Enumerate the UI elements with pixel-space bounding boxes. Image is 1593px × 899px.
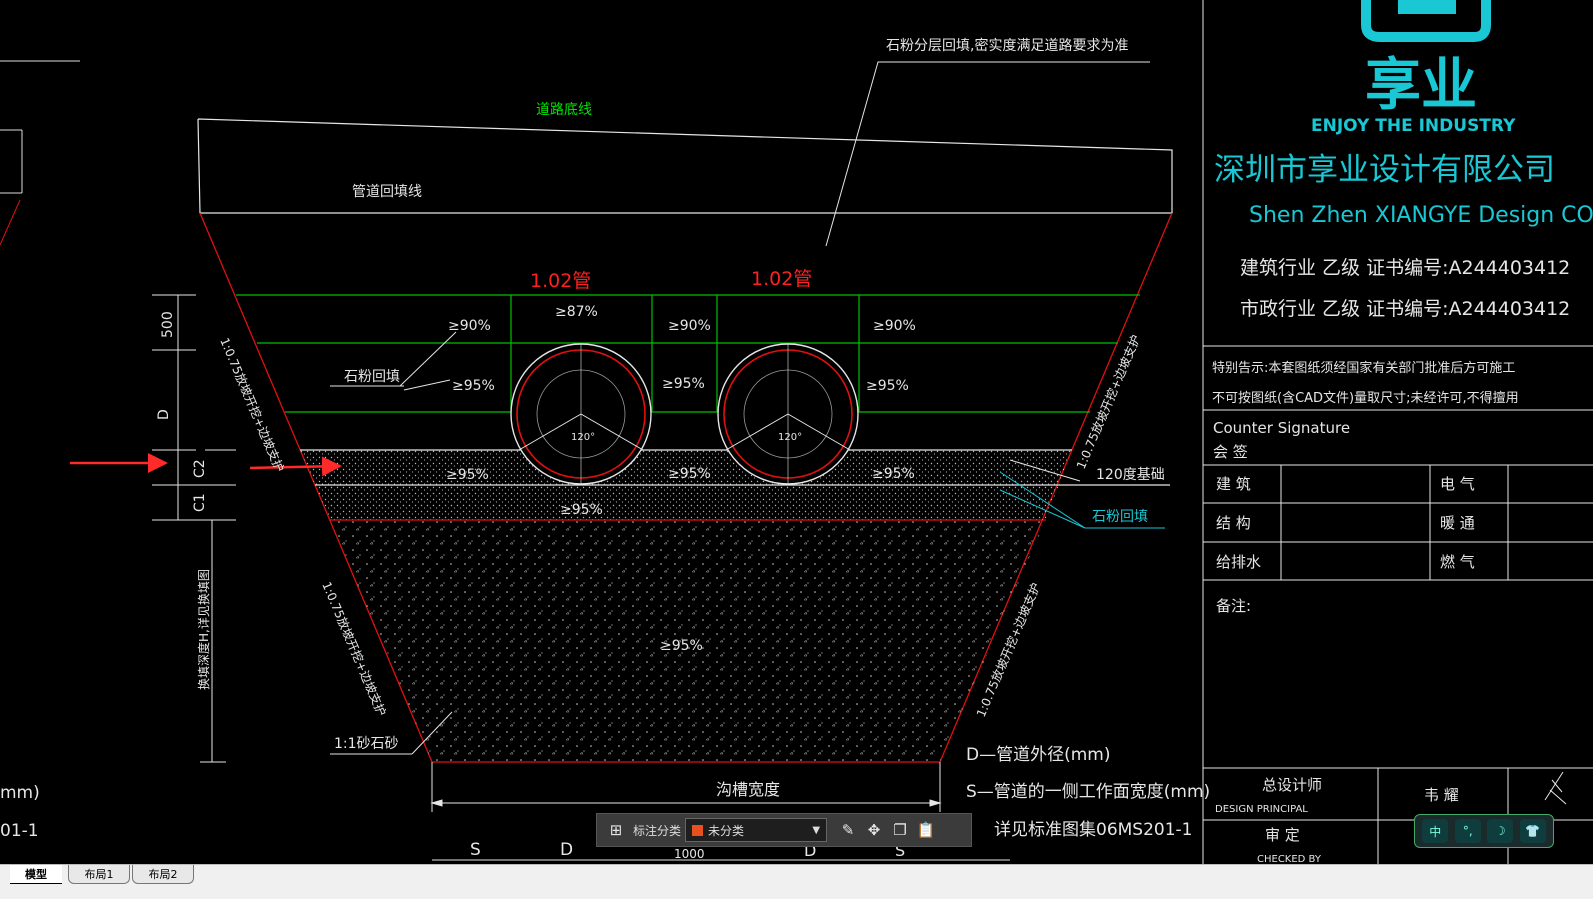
dim-D: D (156, 409, 172, 420)
stone-backfill-left: 石粉回填 (344, 369, 400, 385)
left-ref: 01-1 (0, 821, 39, 841)
bottom-S1: S (470, 840, 481, 860)
angle-1: 120° (571, 432, 595, 443)
edit-icon[interactable]: ✎ (835, 817, 861, 843)
notice-1: 特别告示:本套图纸须经国家有关部门批准后方可施工 (1212, 360, 1515, 376)
ime-mode-button[interactable]: 中 (1422, 819, 1449, 843)
pipe-label-1: 1.02管 (530, 270, 591, 292)
dim-C1: C1 (192, 493, 208, 512)
chief-designer-name: 韦 耀 (1424, 786, 1459, 804)
dim-depth: 换填深度H,详见换填图 (196, 569, 211, 690)
pipe-1 (510, 343, 652, 485)
notice-2: 不可按图纸(含CAD文件)量取尺寸;未经许可,不得擅用 (1212, 390, 1519, 406)
category-value: 未分类 (708, 823, 745, 838)
pipe-label-2: 1.02管 (751, 268, 812, 290)
annotation-toolbar: ⊞ 标注分类 未分类 ▼ ✎ ✥ ❐ 📋 (596, 813, 972, 847)
pct-95-h: ≥95% (660, 638, 703, 654)
base-120-label: 120度基础 (1096, 466, 1165, 483)
company-name-cn: 深圳市享业设计有限公司 (1214, 152, 1555, 188)
logo-english: ENJOY THE INDUSTRY (1311, 116, 1516, 136)
bottom-1000: 1000 (674, 847, 705, 861)
chief-designer-cn: 总设计师 (1262, 776, 1322, 794)
legend-S: S—管道的一侧工作面宽度(mm) (966, 782, 1210, 802)
compaction-lines (236, 294, 1140, 413)
dimension-chain (152, 294, 236, 763)
slope-right-upper: 1:0.75放坡开挖+边坡支护 (1073, 332, 1143, 471)
cert-1: 建筑行业 乙级 证书编号:A244403412 (1240, 257, 1570, 279)
countersign-cn: 会 签 (1213, 443, 1248, 461)
legend-D: D—管道外径(mm) (966, 745, 1110, 765)
slope-left-upper: 1:0.75放坡开挖+边坡支护 (217, 335, 287, 474)
bottom-D1: D (560, 840, 573, 860)
move-icon[interactable]: ✥ (861, 817, 887, 843)
trench-width-label: 沟槽宽度 (716, 780, 780, 799)
moon-icon[interactable]: ☽ (1487, 819, 1514, 843)
pct-90-b: ≥90% (668, 318, 711, 334)
company-logo: 享业 ENJOY THE INDUSTRY (1311, 0, 1516, 136)
pct-95-g: ≥95% (560, 502, 603, 518)
company-name-en: Shen Zhen XIANGYE Design CO.,LT (1249, 203, 1593, 228)
left-partial-drawing (0, 60, 80, 246)
tab-model[interactable]: 模型 (10, 865, 62, 884)
pct-90-a: ≥90% (448, 318, 491, 334)
remarks: 备注: (1216, 597, 1251, 615)
pct-90-c: ≥90% (873, 318, 916, 334)
row1-b: 电 气 (1440, 475, 1475, 493)
dim-500: 500 (160, 311, 176, 338)
stone-backfill-right: 石粉回填 (1092, 509, 1148, 525)
layout-tab-bar: 模型 布局1 布局2 (0, 864, 1593, 899)
chevron-down-icon: ▼ (812, 824, 821, 836)
pct-95-f: ≥95% (872, 466, 915, 482)
pct-87: ≥87% (555, 304, 598, 320)
dim-C2: C2 (192, 459, 208, 478)
road-section (197, 118, 1173, 214)
pipe-2 (717, 343, 859, 485)
row3-a: 给排水 (1216, 553, 1261, 571)
pct-95-d: ≥95% (446, 467, 489, 483)
signature-sketch (1544, 771, 1567, 805)
paste-icon[interactable]: 📋 (913, 817, 939, 843)
chief-designer-en: DESIGN PRINCIPAL (1215, 804, 1308, 815)
grid-icon[interactable]: ⊞ (603, 817, 629, 843)
tab-layout1[interactable]: 布局1 (68, 865, 130, 884)
tab-layout2[interactable]: 布局2 (132, 865, 194, 884)
shirt-icon[interactable]: 👕 (1519, 819, 1546, 843)
pct-95-a: ≥95% (452, 378, 495, 394)
pipe-backfill-label: 管道回填线 (352, 184, 422, 200)
row1-a: 建 筑 (1216, 475, 1251, 493)
cad-drawing-canvas[interactable]: 石粉分层回填,密实度满足道路要求为准 道路底线 管道回填线 1.02管 1.02… (0, 0, 1593, 880)
angle-2: 120° (778, 432, 802, 443)
category-color-swatch (692, 824, 704, 836)
pct-95-c: ≥95% (866, 378, 909, 394)
left-mm: mm) (0, 783, 40, 803)
sand-gravel-label: 1:1砂石砂 (334, 736, 399, 752)
top-note: 石粉分层回填,密实度满足道路要求为准 (886, 37, 1128, 54)
road-bed-label: 道路底线 (536, 102, 592, 118)
legend-ref: 详见标准图集06MS201-1 (994, 820, 1193, 840)
row2-a: 结 构 (1216, 514, 1251, 532)
category-label: 标注分类 (633, 823, 682, 838)
logo-text: 享业 (1365, 53, 1477, 118)
ime-toolbar: 中 °, ☽ 👕 (1414, 814, 1554, 848)
category-select[interactable]: 未分类 ▼ (685, 818, 828, 842)
pct-95-e: ≥95% (668, 466, 711, 482)
approved-cn: 审 定 (1265, 826, 1300, 844)
row3-b: 燃 气 (1440, 553, 1475, 571)
row2-b: 暖 通 (1440, 514, 1475, 532)
cert-2: 市政行业 乙级 证书编号:A244403412 (1240, 298, 1570, 320)
counter-signature: Counter Signature (1213, 419, 1350, 437)
pct-95-b: ≥95% (662, 376, 705, 392)
punctuation-icon[interactable]: °, (1454, 819, 1481, 843)
copy-icon[interactable]: ❐ (887, 817, 913, 843)
